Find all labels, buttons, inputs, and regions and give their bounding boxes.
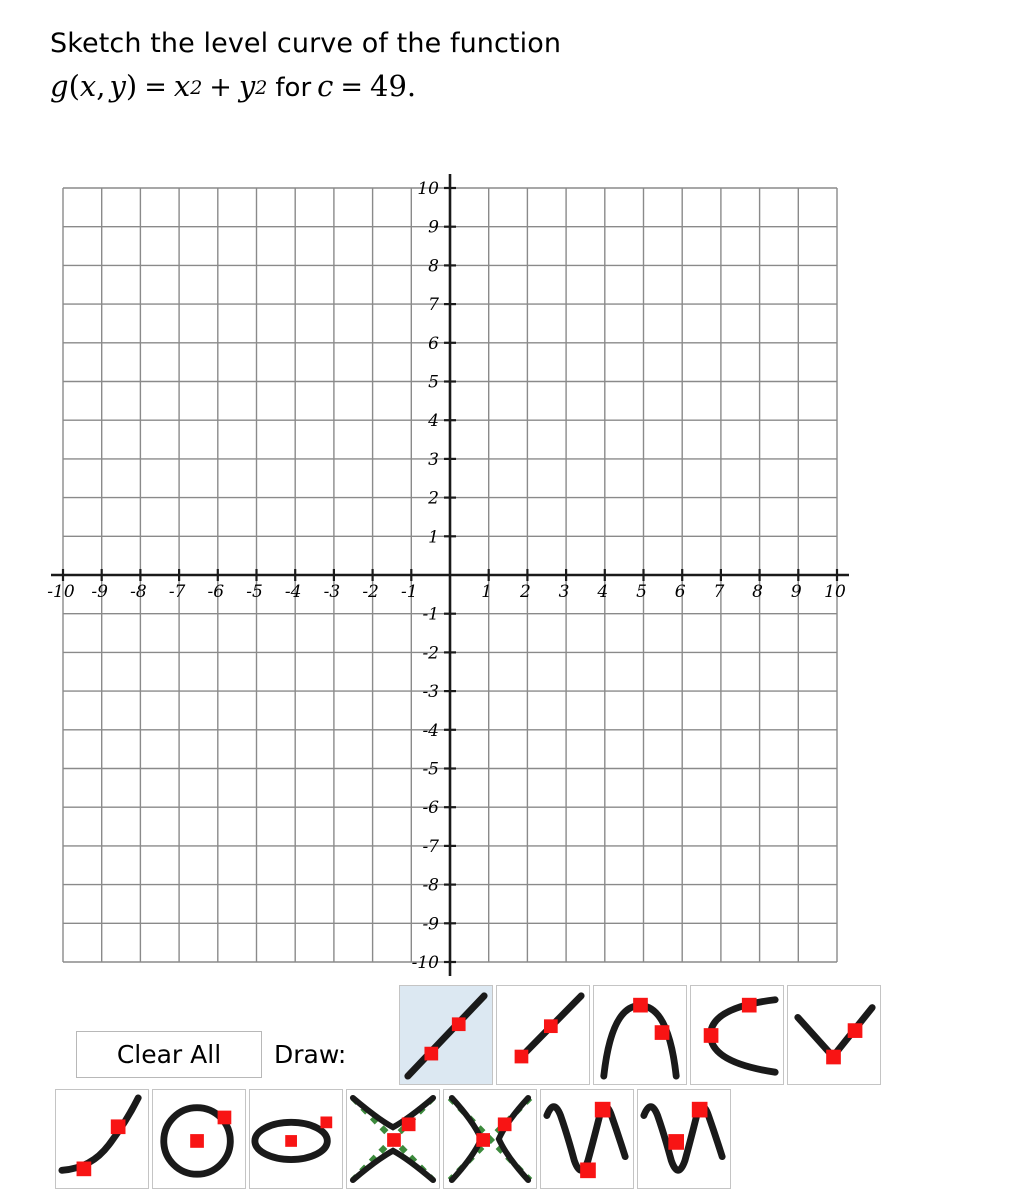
axis-tick-label: 3 [559, 582, 570, 602]
draw-label: Draw: [274, 1039, 347, 1069]
problem-statement: Sketch the level curve of the function g… [50, 26, 950, 110]
line-icon [404, 992, 488, 1080]
tool-exponential[interactable] [55, 1089, 149, 1189]
tool-circle[interactable] [152, 1089, 246, 1189]
axis-tick-label: -6 [422, 798, 439, 818]
axis-tick-label: 9 [428, 218, 439, 238]
formula-var-x: x [79, 69, 97, 103]
formula-term2-base: y [238, 69, 256, 103]
ray-icon [514, 992, 585, 1064]
formula-comma: , [96, 69, 106, 103]
formula-term2-exponent: 2 [255, 77, 268, 99]
circle-icon [160, 1104, 234, 1178]
formula-function-name: g [50, 69, 69, 103]
formula-paren-open: ( [68, 69, 80, 103]
axis-tick-label: 6 [428, 334, 439, 354]
x-axis-tick-labels: -10 -9 -8 -7 -6 -5 -4 -3 -2 -1 1 2 3 4 5 6 7 8 9 10 [47, 582, 846, 602]
formula-var-c: c [317, 69, 334, 103]
axis-tick-label: -9 [422, 914, 439, 934]
formula-term1-base: x [173, 69, 191, 103]
axis-tick-label: 2 [427, 489, 439, 509]
tool-row-top [399, 985, 884, 1085]
axis-tick-label: -2 [422, 643, 439, 663]
tool-line[interactable] [399, 985, 493, 1085]
parabola-left-icon [703, 996, 779, 1076]
axis-tick-label: -9 [91, 582, 108, 602]
axis-tick-label: 7 [713, 582, 724, 602]
ellipse-icon [251, 1116, 333, 1163]
axis-tick-label: -8 [422, 876, 439, 896]
axis-tick-label: -4 [285, 582, 302, 602]
sine-icon [543, 1101, 629, 1179]
axis-tick-label: -8 [130, 582, 147, 602]
tool-parabola-left[interactable] [690, 985, 784, 1085]
tool-cosine[interactable] [637, 1089, 731, 1189]
hyperbola-horizontal-icon [447, 1094, 533, 1184]
axis-tick-label: 10 [824, 582, 846, 602]
axis-tick-label: 3 [428, 450, 439, 470]
axis-tick-label: 6 [675, 582, 686, 602]
axis-tick-label: -5 [422, 760, 439, 780]
exponential-icon [58, 1094, 142, 1177]
axis-tick-label: -2 [362, 582, 379, 602]
tool-parabola-down[interactable] [593, 985, 687, 1085]
tool-hyperbola-horizontal[interactable] [443, 1089, 537, 1189]
formula-equals-2: = [340, 72, 364, 103]
axis-tick-label: 4 [427, 411, 439, 431]
axis-tick-label: -3 [324, 582, 341, 602]
axis-tick-label: 2 [519, 582, 531, 602]
axis-tick-label: 4 [596, 582, 608, 602]
formula-for-word: for [275, 73, 312, 103]
tool-ellipse[interactable] [249, 1089, 343, 1189]
axis-tick-label: -7 [422, 837, 439, 857]
axis-tick-label: -5 [246, 582, 263, 602]
parabola-down-icon [600, 997, 680, 1080]
formula-equals: = [144, 72, 167, 103]
axis-tick-label: -3 [422, 682, 439, 702]
coordinate-graph[interactable]: -10 -9 -8 -7 -6 -5 -4 -3 -2 -1 1 2 3 4 5 6 7 8 9 10 10 9 8 7 6 5… [0, 170, 1031, 985]
tool-row-bottom [55, 1089, 734, 1189]
axis-tick-label: -6 [208, 582, 225, 602]
formula-plus: + [209, 72, 232, 103]
tool-absolute-value[interactable] [787, 985, 881, 1085]
axis-tick-label: 5 [428, 373, 439, 393]
clear-all-button[interactable]: Clear All [76, 1030, 262, 1078]
axis-tick-label: 10 [417, 179, 439, 199]
axis-tick-label: -7 [169, 582, 186, 602]
axis-tick-label: 1 [428, 527, 439, 547]
axis-tick-label: 5 [636, 582, 647, 602]
axis-tick-label: 8 [752, 582, 763, 602]
absolute-value-icon [794, 1004, 876, 1065]
tool-ray[interactable] [496, 985, 590, 1085]
axis-tick-label: -10 [47, 582, 75, 602]
drawing-toolbar: Clear All Draw: [0, 985, 1031, 1200]
axis-tick-label: -4 [422, 721, 439, 741]
formula-paren-close: ) [125, 69, 138, 103]
axis-tick-label: -1 [422, 605, 439, 625]
problem-formula: g(x, y) = x 2 + y 2 for c = 49. [50, 66, 950, 110]
cosine-icon [640, 1101, 726, 1174]
axis-tick-label: 9 [791, 582, 802, 602]
graph-canvas[interactable]: -10 -9 -8 -7 -6 -5 -4 -3 -2 -1 1 2 3 4 5 6 7 8 9 10 10 9 8 7 6 5… [0, 170, 1031, 985]
formula-c-value: 49. [370, 69, 417, 103]
problem-prompt-text: Sketch the level curve of the function [50, 28, 562, 59]
tool-sine[interactable] [540, 1089, 634, 1189]
formula-var-y: y [109, 69, 126, 103]
tool-hyperbola-vertical[interactable] [346, 1089, 440, 1189]
axis-tick-label: -1 [401, 582, 418, 602]
axis-lines [51, 174, 849, 976]
formula-term1-exponent: 2 [190, 77, 203, 99]
axis-tick-label: 7 [428, 295, 439, 315]
axis-tick-label: -10 [412, 953, 440, 973]
hyperbola-vertical-icon [349, 1094, 437, 1184]
axis-tick-label: 1 [481, 582, 492, 602]
axis-tick-label: 8 [428, 256, 439, 276]
